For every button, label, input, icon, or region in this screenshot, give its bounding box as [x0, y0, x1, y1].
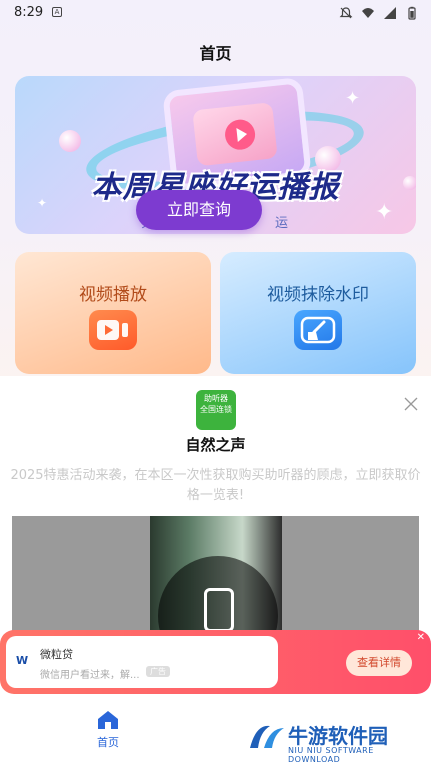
phone-icon [204, 588, 234, 632]
sparkle-icon: ✦ [345, 88, 361, 109]
notification-icon: A [52, 7, 62, 17]
ad-video[interactable] [12, 516, 419, 636]
status-time: 8:29 [14, 5, 44, 20]
ad-description: 2025特惠活动来袭，在本区一次性获取购买助听器的顾虑，立即获取价格一览表! [10, 468, 421, 503]
banner-subtitle-right: 运 [275, 216, 289, 231]
watermark-name: 牛游软件园 [288, 724, 388, 748]
close-icon[interactable]: ✕ [417, 632, 425, 643]
niuyou-logo-icon [250, 725, 284, 748]
bottom-nav: 首页 牛游软件园 NIU NIU SOFTWARE DOWNLOAD [0, 700, 431, 766]
card-label: 视频播放 [79, 285, 147, 305]
site-watermark: 牛游软件园 NIU NIU SOFTWARE DOWNLOAD [246, 720, 426, 764]
weilidai-logo-icon: W [16, 654, 29, 667]
bubble-decoration [59, 130, 81, 152]
mute-icon [339, 7, 353, 19]
card-label: 视频抹除水印 [267, 285, 369, 305]
signal-icon [384, 7, 396, 19]
ad-tag: 广告 [146, 666, 170, 677]
nav-home[interactable]: 首页 [88, 710, 128, 750]
floating-ad-content: W 微粒贷 微信用户看过来，解... 广告 [6, 636, 278, 688]
floating-ad-name: 微粒贷 [40, 648, 73, 661]
ad-logo: 助听器 全国连锁 [196, 390, 236, 430]
remove-watermark-card[interactable]: 视频抹除水印 [220, 252, 416, 374]
close-icon[interactable] [403, 396, 419, 412]
nav-home-label: 首页 [97, 736, 119, 749]
floating-ad[interactable]: W 微粒贷 微信用户看过来，解... 广告 查看详情 ✕ [0, 630, 431, 694]
query-now-button[interactable]: 立即查询 [136, 190, 262, 230]
wifi-icon [362, 8, 374, 18]
page-title: 首页 [199, 44, 232, 63]
view-details-button[interactable]: 查看详情 [346, 650, 412, 676]
broom-clean-icon [294, 310, 342, 350]
floating-ad-subtitle: 微信用户看过来，解... [40, 670, 140, 681]
status-icons [339, 6, 419, 20]
tv-screen [192, 102, 278, 167]
video-play-icon [89, 310, 137, 350]
watermark-subtitle: NIU NIU SOFTWARE DOWNLOAD [288, 746, 374, 764]
video-play-card[interactable]: 视频播放 [15, 252, 211, 374]
battery-icon [408, 6, 416, 20]
play-icon [223, 118, 257, 152]
status-bar: 8:29 A [0, 0, 431, 26]
home-icon [98, 711, 118, 729]
ad-title: 自然之声 [185, 436, 246, 454]
